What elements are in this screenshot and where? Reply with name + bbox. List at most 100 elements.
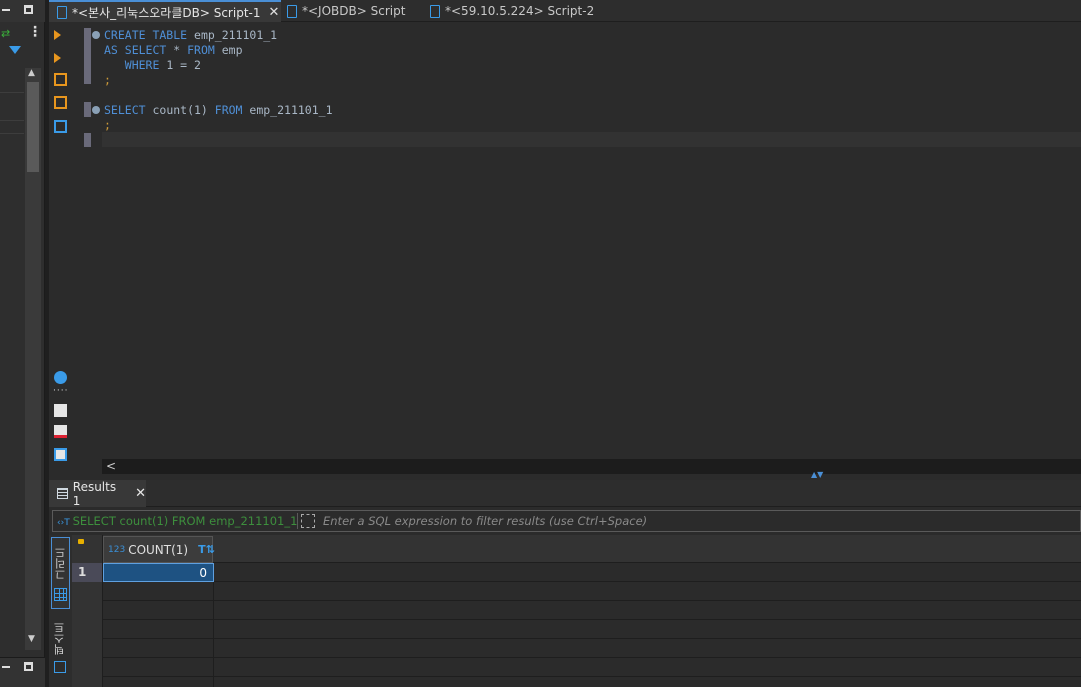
grid-icon	[57, 488, 68, 499]
table-cell[interactable]: 0	[103, 563, 214, 582]
script-icon	[287, 4, 297, 18]
keyword-token: SELECT	[104, 103, 153, 117]
scroll-down-icon[interactable]: ▼	[28, 634, 35, 644]
minimize-icon[interactable]	[2, 666, 10, 668]
row-number: 1	[72, 563, 103, 582]
row-number	[72, 601, 103, 620]
keyword-token: CREATE TABLE	[104, 28, 195, 42]
minimize-icon[interactable]	[2, 9, 10, 11]
row-number	[72, 677, 103, 687]
tab-results-1[interactable]: Results 1 ✕	[49, 479, 146, 508]
keyword-token: AS SELECT	[104, 43, 174, 57]
table-row-empty	[72, 601, 1081, 620]
editor-tab-bar: *<본사_리눅스오라클DB> Script-1 ✕ *<JOBDB> Scrip…	[49, 0, 1081, 22]
table-cell	[103, 639, 214, 658]
grid-header	[72, 535, 1081, 563]
close-icon[interactable]: ✕	[269, 5, 280, 20]
left-scrollbar[interactable]: ▲ ▼	[25, 68, 41, 650]
separator-dots: ····	[53, 386, 69, 396]
run-new-tab-icon[interactable]	[54, 53, 61, 63]
results-tab-bar	[49, 480, 1081, 507]
more-icon[interactable]: ⋮	[28, 24, 42, 40]
column-header-count[interactable]: 123 COUNT(1) T⇅	[103, 536, 215, 563]
numeric-type-icon: 123	[108, 544, 126, 555]
export-icon[interactable]	[54, 404, 67, 417]
scroll-thumb[interactable]	[27, 82, 39, 172]
keyword-token: WHERE	[104, 58, 167, 72]
link-icon[interactable]: ⇄	[1, 27, 10, 40]
identifier-token: emp_211101_1	[194, 28, 278, 42]
table-row-empty	[72, 658, 1081, 677]
row-number	[72, 620, 103, 639]
settings-icon[interactable]	[54, 371, 67, 384]
statement-marker	[84, 102, 91, 117]
expand-icon[interactable]	[301, 514, 315, 528]
semicolon-token: ;	[104, 73, 111, 87]
close-icon[interactable]: ✕	[135, 486, 146, 501]
tab-script-1[interactable]: *<본사_리눅스오라클DB> Script-1 ✕	[49, 0, 281, 22]
explain-plan-icon[interactable]	[54, 120, 67, 133]
identifier-token: emp	[221, 43, 243, 57]
keyword-token: FROM	[214, 103, 250, 117]
results-tab-label: Results 1	[72, 479, 117, 508]
delete-script-icon[interactable]	[54, 425, 67, 438]
results-view-tabs: 그리드 텍스트	[49, 535, 72, 687]
statement-marker	[84, 28, 91, 84]
scroll-left-icon[interactable]: <	[106, 459, 116, 473]
table-cell	[103, 582, 214, 601]
filter-sql-text: ‹›T SELECT count(1) FROM emp_211101_1	[57, 514, 297, 528]
table-row-empty	[72, 677, 1081, 687]
scroll-up-icon[interactable]: ▲	[28, 68, 35, 78]
maximize-icon[interactable]	[24, 5, 33, 14]
grid-tab-label: 그리드	[54, 547, 67, 581]
text-icon	[54, 661, 66, 673]
table-icon	[54, 588, 67, 601]
fold-icon[interactable]	[92, 31, 100, 39]
script-icon	[57, 5, 67, 19]
code-line-2: AS SELECT * FROM emp	[104, 43, 243, 57]
tab-grid-view[interactable]: 그리드	[51, 537, 70, 609]
code-line-4: ;	[104, 73, 111, 87]
sql-editor[interactable]	[49, 23, 1081, 459]
results-filter-bar[interactable]: ‹›T SELECT count(1) FROM emp_211101_1 En…	[52, 510, 1081, 532]
results-grid: 123 COUNT(1) T⇅ 1 0	[72, 535, 1081, 687]
statement-marker	[84, 133, 91, 147]
tab-text-view[interactable]: 텍스트	[51, 615, 70, 687]
filter-input[interactable]: Enter a SQL expression to filter results…	[323, 514, 647, 528]
save-file-icon[interactable]	[54, 448, 67, 461]
execute-script-icon[interactable]	[54, 73, 67, 86]
table-cell	[103, 658, 214, 677]
table-row-empty	[72, 639, 1081, 658]
tab-label: *<JOBDB> Script	[302, 4, 406, 18]
editor-horizontal-scrollbar[interactable]: <	[102, 459, 1081, 474]
left-bottom-toolbar	[0, 657, 45, 687]
table-cell	[103, 677, 214, 687]
filter-divider	[297, 513, 298, 529]
column-name: COUNT(1)	[128, 542, 189, 557]
row-number	[72, 582, 103, 601]
tab-jobdb-script[interactable]: *<JOBDB> Script	[287, 0, 417, 22]
code-line-7: ;	[104, 118, 111, 132]
row-number	[72, 639, 103, 658]
text-tab-label: 텍스트	[53, 622, 66, 656]
table-row[interactable]: 1 0	[72, 563, 1081, 582]
sort-filter-icon[interactable]: T⇅	[198, 543, 215, 556]
maximize-icon[interactable]	[24, 662, 33, 671]
script-icon	[430, 4, 440, 18]
statement-gutter	[82, 23, 102, 459]
filter-sql-label: SELECT count(1) FROM emp_211101_1	[72, 514, 298, 528]
collapse-icon[interactable]: ▲▼	[811, 470, 823, 479]
fold-icon[interactable]	[92, 106, 100, 114]
filter-icon[interactable]	[9, 46, 21, 54]
identifier-token: count(1)	[152, 103, 215, 117]
lock-icon	[78, 539, 84, 544]
execute-script-new-tab-icon[interactable]	[54, 96, 67, 109]
keyword-token: FROM	[187, 43, 222, 57]
run-icon[interactable]	[54, 30, 61, 40]
row-number	[72, 658, 103, 677]
tab-label: *<본사_리눅스오라클DB> Script-1	[72, 5, 261, 20]
tab-script-2[interactable]: *<59.10.5.224> Script-2	[430, 0, 610, 22]
table-row-empty	[72, 582, 1081, 601]
table-row-empty	[72, 620, 1081, 639]
identifier-token: *	[173, 43, 188, 57]
